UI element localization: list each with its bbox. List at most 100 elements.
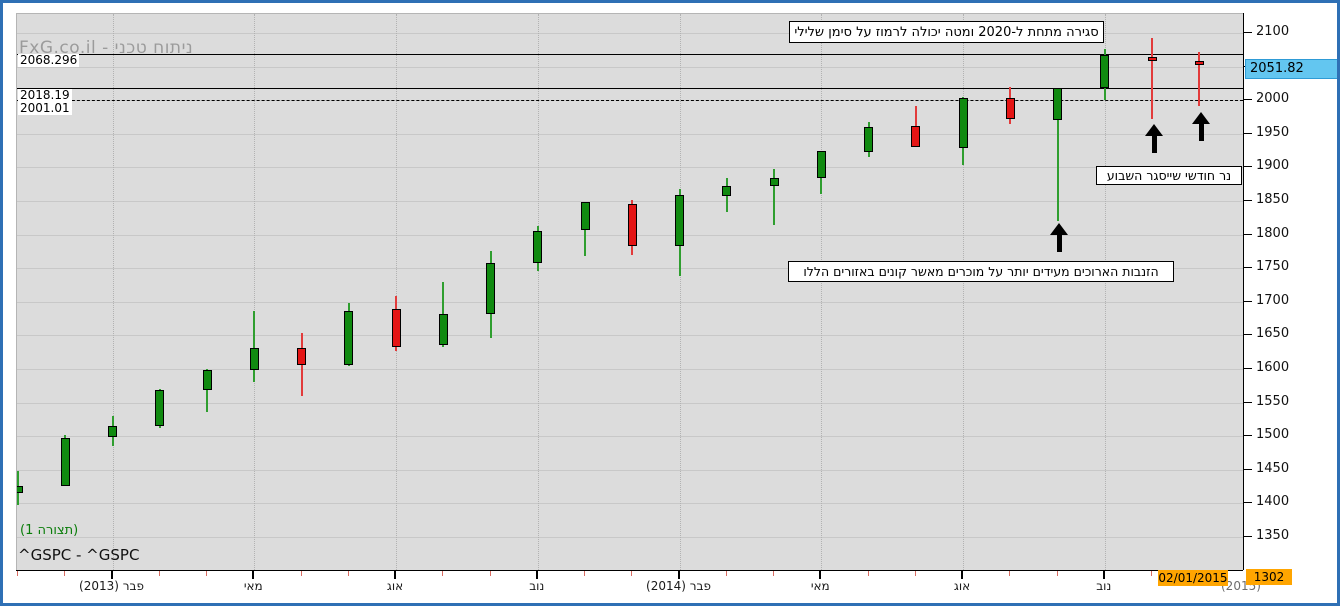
candle-body <box>60 437 70 486</box>
time-tick-minor <box>206 571 207 576</box>
vertical-gridline <box>537 14 539 570</box>
candle-body <box>816 151 826 179</box>
candle-body <box>391 309 401 347</box>
time-tick-major <box>110 571 113 579</box>
candle-body <box>1194 60 1204 66</box>
horizontal-gridline <box>17 503 1243 505</box>
time-tick-label: פבר (2013) <box>79 579 144 593</box>
candle-body <box>580 202 590 230</box>
candle-wick <box>1151 37 1153 119</box>
price-tick <box>1243 132 1252 134</box>
horizontal-gridline <box>17 369 1243 370</box>
arrow-head <box>1192 112 1210 124</box>
candle-body <box>202 370 212 390</box>
price-tick <box>1243 468 1252 470</box>
time-tick-label: מאי <box>243 579 263 593</box>
up-arrow-icon <box>1188 112 1214 141</box>
price-tick <box>1243 300 1252 302</box>
price-tick-label: 1850 <box>1256 192 1290 207</box>
time-tick-label: נוב <box>1096 579 1112 593</box>
time-tick-minor <box>442 571 444 576</box>
time-tick-major <box>819 571 822 579</box>
price-tick-label: 1950 <box>1256 124 1290 140</box>
price-tick-label: 1350 <box>1256 528 1290 543</box>
candle-body <box>438 313 448 346</box>
time-axis[interactable]: (2015) 02/01/2015 פבר (2013) מאי אוג נוב פבר… <box>16 570 1261 602</box>
price-tick <box>1243 200 1252 201</box>
price-tick <box>1243 334 1252 336</box>
time-tick-minor <box>1056 571 1058 576</box>
time-tick-label: אוג <box>953 579 971 593</box>
arrow-head <box>1145 124 1163 136</box>
price-tick-label: 1700 <box>1256 292 1290 308</box>
candle-body <box>1005 97 1015 119</box>
horizontal-gridline <box>17 335 1243 337</box>
time-tick-minor <box>584 571 585 576</box>
chart-window: ניתוח טכני - FxG.co.il סגירה מתחת ל-2020… <box>0 0 1340 606</box>
candle-wick <box>253 310 256 382</box>
candlestick-plot-area[interactable]: ניתוח טכני - FxG.co.il סגירה מתחת ל-2020… <box>16 13 1243 570</box>
candle-body <box>958 98 968 148</box>
annotation-long-tails: הזנבות הארוכים מעידים יותר על מוכרים מאש… <box>788 261 1174 282</box>
candle-body <box>1053 88 1062 120</box>
time-tick-major <box>394 571 396 579</box>
price-tick-label: 1750 <box>1256 259 1290 275</box>
horizontal-gridline <box>17 167 1243 169</box>
time-tick-label: נוב <box>529 579 545 593</box>
price-tick <box>1243 267 1252 269</box>
price-tick <box>1243 502 1252 504</box>
candle-body <box>17 485 23 493</box>
time-tick-minor <box>347 571 349 576</box>
price-level-label: 2018.19 <box>18 87 72 102</box>
time-tick-minor <box>489 571 491 576</box>
symbol-label: ^GSPC - ^GSPC <box>18 546 140 564</box>
candle-body <box>155 389 165 427</box>
price-tick <box>1243 401 1252 403</box>
time-tick-major <box>252 571 255 579</box>
candle-body <box>1147 56 1157 61</box>
price-tick-label: 2100 <box>1256 24 1290 39</box>
candle-body <box>911 125 921 147</box>
price-tick <box>1243 536 1252 537</box>
time-tick-label: מאי <box>810 579 830 593</box>
price-tick-label: 1900 <box>1256 158 1290 174</box>
time-tick-major <box>535 571 538 579</box>
price-tick-label: 1800 <box>1256 225 1290 241</box>
horizontal-gridline <box>17 402 1243 404</box>
candle-body <box>769 178 779 186</box>
candle-body <box>249 348 259 371</box>
price-tick-label: 1450 <box>1256 460 1290 476</box>
candle-body <box>675 194 684 246</box>
price-tick-label: 1550 <box>1256 393 1290 409</box>
horizontal-gridline <box>17 201 1243 202</box>
up-arrow-icon <box>1141 124 1167 153</box>
candle-body <box>486 263 495 314</box>
candle-body <box>533 230 543 263</box>
horizontal-gridline <box>17 537 1243 538</box>
arrow-stem <box>1198 124 1204 141</box>
price-level-label: 2001.01 <box>18 100 72 115</box>
time-tick-minor <box>631 571 633 576</box>
time-tick-minor <box>867 571 869 576</box>
candle-body <box>627 204 637 247</box>
time-axis-line <box>16 570 1243 571</box>
price-tick-label: 1650 <box>1256 326 1290 342</box>
indicator-config-label: (תצורה 1) <box>20 523 79 538</box>
time-tick-major <box>1102 571 1105 579</box>
price-level-label: 2068.296 <box>18 53 80 67</box>
price-tick-label: 1400 <box>1256 494 1290 510</box>
time-tick-minor <box>725 571 727 576</box>
time-tick-minor <box>914 571 916 576</box>
candle-body <box>108 426 117 437</box>
time-tick-minor <box>64 571 66 576</box>
candle-body <box>344 311 354 365</box>
price-tick <box>1243 435 1252 437</box>
price-tick <box>1243 233 1252 235</box>
up-arrow-icon <box>1046 223 1072 252</box>
time-tick-major <box>677 571 680 579</box>
time-tick-minor <box>158 571 160 576</box>
arrow-head <box>1050 223 1068 235</box>
price-axis[interactable]: 2100205020001950190018501800175017001650… <box>1243 13 1337 570</box>
vertical-gridline <box>821 14 823 570</box>
price-tick-label: 2000 <box>1256 91 1290 107</box>
